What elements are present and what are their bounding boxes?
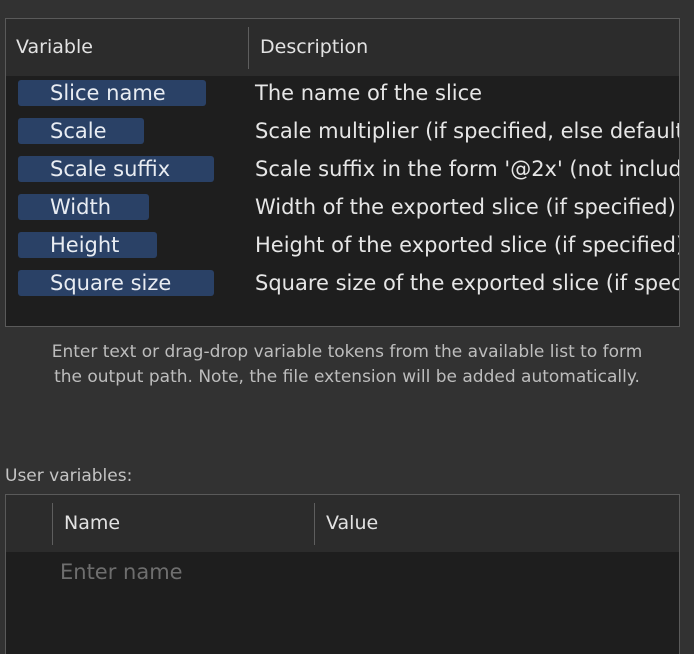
variables-table-header: Variable Description — [6, 19, 679, 76]
variables-table: Variable Description Slice name The name… — [5, 18, 680, 327]
user-variables-label: User variables: — [5, 466, 133, 486]
output-path-panel: Variable Description Slice name The name… — [0, 0, 694, 654]
column-divider[interactable] — [52, 503, 53, 545]
variable-row-width[interactable]: Width Width of the exported slice (if sp… — [6, 190, 679, 228]
variable-token-slice-name[interactable]: Slice name — [18, 80, 206, 106]
variable-description: Scale suffix in the form '@2x' (not incl… — [255, 157, 680, 181]
user-variables-table: Name Value — [5, 494, 680, 654]
variable-description: Width of the exported slice (if specifie… — [255, 195, 676, 219]
variable-description: Scale multiplier (if specified, else def… — [255, 119, 680, 143]
variable-token-width[interactable]: Width — [18, 194, 149, 220]
variable-token-scale-suffix[interactable]: Scale suffix — [18, 156, 214, 182]
variable-row-scale-suffix[interactable]: Scale suffix Scale suffix in the form '@… — [6, 152, 679, 190]
hint-line: Enter text or drag-drop variable tokens … — [51, 342, 643, 362]
variable-row-height[interactable]: Height Height of the exported slice (if … — [6, 228, 679, 266]
variable-description: Height of the exported slice (if specifi… — [255, 233, 680, 257]
user-variable-name-input[interactable] — [54, 555, 326, 589]
column-header-name[interactable]: Name — [64, 512, 120, 534]
variable-token-height[interactable]: Height — [18, 232, 157, 258]
variable-description: The name of the slice — [255, 81, 483, 105]
hint-line: the output path. Note, the file extensio… — [54, 367, 640, 387]
variable-row-square-size[interactable]: Square size Square size of the exported … — [6, 266, 679, 304]
user-variables-header: Name Value — [6, 495, 679, 552]
variable-row-scale[interactable]: Scale Scale multiplier (if specified, el… — [6, 114, 679, 152]
variable-description: Square size of the exported slice (if sp… — [255, 271, 679, 295]
column-divider[interactable] — [248, 27, 249, 69]
output-path-hint: Enter text or drag-drop variable tokens … — [0, 340, 694, 390]
column-header-description[interactable]: Description — [260, 36, 368, 58]
variable-row-slice-name[interactable]: Slice name The name of the slice — [6, 76, 679, 114]
variable-token-scale[interactable]: Scale — [18, 118, 144, 144]
column-header-value[interactable]: Value — [326, 512, 378, 534]
column-divider[interactable] — [314, 503, 315, 545]
column-header-variable[interactable]: Variable — [16, 36, 93, 58]
variable-token-square-size[interactable]: Square size — [18, 270, 214, 296]
